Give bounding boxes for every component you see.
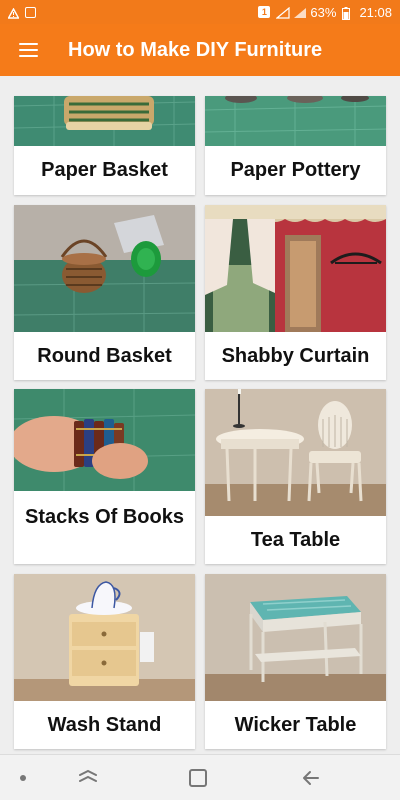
item-card-round-basket[interactable]: Round Basket (14, 205, 195, 380)
signal-icon-2 (293, 7, 307, 18)
item-label: Tea Table (250, 529, 341, 551)
battery-percent: 63% (310, 4, 337, 20)
page-title: How to Make DIY Furniture (68, 38, 323, 61)
app-root: 1 63% 21:08 How to Make DIY Furniture Pa… (0, 0, 400, 800)
item-image (14, 389, 195, 491)
item-grid: Paper Basket Paper Pottery Round Basket … (0, 76, 400, 754)
sim-badge: 1 (258, 6, 271, 18)
item-card-paper-pottery[interactable]: Paper Pottery (205, 96, 386, 195)
hamburger-menu-icon (18, 43, 38, 57)
dot-icon[interactable] (20, 775, 26, 781)
signal-icon (275, 6, 291, 19)
status-bar: 1 63% 21:08 (0, 0, 400, 24)
back-icon[interactable] (300, 767, 322, 789)
item-image (14, 96, 195, 146)
item-card-wash-stand[interactable]: Wash Stand (14, 574, 195, 749)
item-image (205, 205, 386, 332)
item-label: Shabby Curtain (221, 345, 370, 367)
item-card-shabby-curtain[interactable]: Shabby Curtain (205, 205, 386, 380)
item-image (205, 574, 386, 701)
item-image (14, 205, 195, 332)
item-label: Paper Basket (41, 159, 168, 181)
menu-button[interactable] (0, 24, 56, 76)
item-label: Wicker Table (234, 714, 357, 736)
recent-apps-icon[interactable] (78, 769, 98, 787)
item-image (205, 389, 386, 516)
item-label: Stacks Of Books (25, 506, 184, 528)
battery-icon (342, 6, 353, 20)
system-nav-bar (0, 754, 400, 800)
warning-icon (7, 7, 20, 19)
item-label: Round Basket (37, 345, 172, 367)
item-label: Paper Pottery (230, 159, 361, 181)
item-card-tea-table[interactable]: Tea Table (205, 389, 386, 564)
item-card-wicker-table[interactable]: Wicker Table (205, 574, 386, 749)
item-image (205, 96, 386, 146)
item-card-stacks-of-books[interactable]: Stacks Of Books (14, 389, 195, 564)
status-left-icons (7, 6, 36, 19)
home-icon[interactable] (189, 769, 207, 787)
status-right-icons: 1 63% 21:08 (258, 5, 392, 20)
item-card-paper-basket[interactable]: Paper Basket (14, 96, 195, 195)
app-bar: How to Make DIY Furniture (0, 24, 400, 76)
clock: 21:08 (359, 4, 392, 20)
item-image (14, 574, 195, 701)
notification-icon (25, 6, 36, 18)
item-label: Wash Stand (47, 714, 162, 736)
